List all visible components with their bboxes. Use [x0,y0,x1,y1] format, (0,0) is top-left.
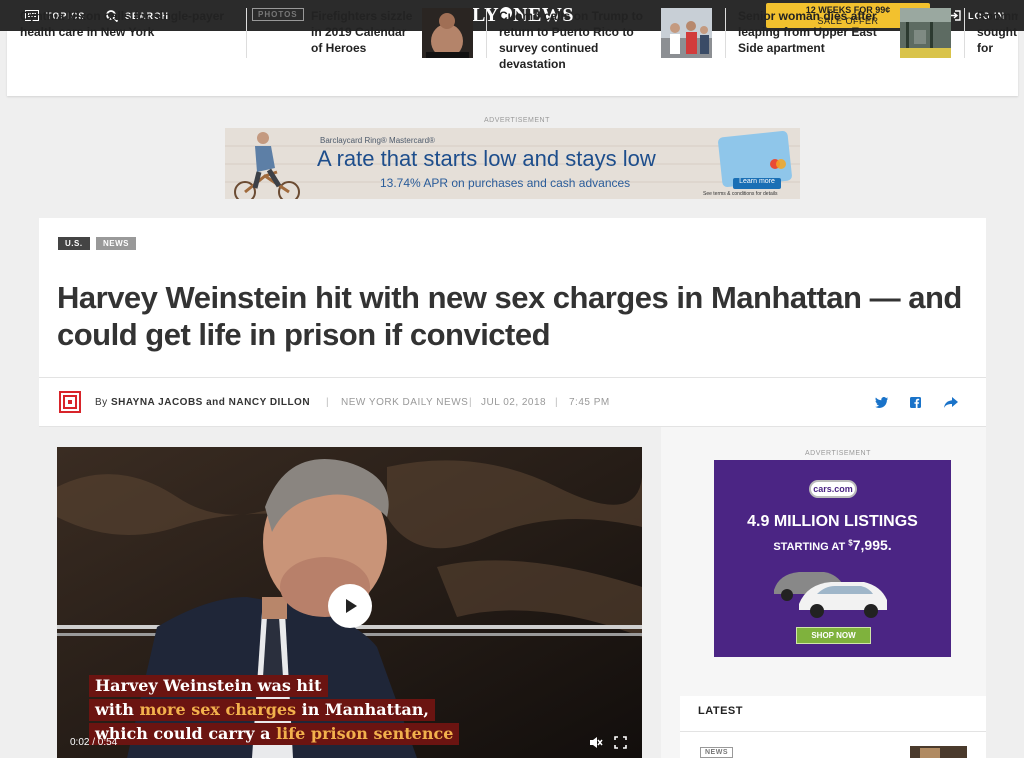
caption-text: which could carry a [95,724,277,743]
latest-panel: LATEST NEWS [680,696,986,758]
strip-item-5[interactable]: Roommate sought for death of [977,8,1018,58]
strip-item-1[interactable]: Cynthia Nixon calls for single-payer hea… [20,8,235,40]
apartment-thumbnail[interactable] [900,8,951,58]
byline-separator: | [555,397,559,408]
cars-com-ad[interactable]: cars.com 4.9 MILLION LISTINGS STARTING A… [714,460,951,657]
listings-headline: 4.9 MILLION LISTINGS [747,513,918,530]
video-player[interactable]: Harvey Weinstein was hit with more sex c… [57,447,642,758]
advertisement-label: ADVERTISEMENT [484,117,550,124]
play-icon [346,599,357,613]
caption-text: with [95,700,140,719]
twitter-share-icon[interactable] [875,397,888,408]
strip-item-3[interactable]: Cuomo calls on Trump to return to Puerto… [499,8,651,72]
strip-divider [246,8,247,58]
strip-divider [725,8,726,58]
starting-price: STARTING AT $7,995. [714,537,951,553]
starting-label: STARTING AT [773,541,846,553]
tag-us[interactable]: U.S. [58,237,90,250]
strip-divider [964,8,965,58]
caption-text: in Manhattan, [296,700,429,719]
share-arrow-icon[interactable] [944,397,958,408]
banner-subtext: 13.74% APR on purchases and cash advance… [380,176,631,190]
video-timestamp: 0:02 / 0:54 [70,737,118,748]
firefighter-thumbnail[interactable] [422,8,473,58]
fullscreen-icon[interactable] [614,736,627,749]
author-names[interactable]: SHAYNA JACOBS and NANCY DILLON [111,397,310,408]
strip-item-4[interactable]: Senior woman dies after leaping from Upp… [738,8,888,56]
shop-now-button[interactable]: SHOP NOW [796,627,871,644]
banner-headline: A rate that starts low and stays low [317,146,656,171]
publish-time: 7:45 PM [569,397,610,408]
facebook-share-icon[interactable] [910,397,921,408]
banner-learn-more-button[interactable]: Learn more [733,178,781,185]
cars-illustration [774,572,887,618]
price-value: 7,995. [852,537,892,553]
tag-news[interactable]: NEWS [96,237,136,250]
article-headline: Harvey Weinstein hit with new sex charge… [57,280,962,352]
video-caption-line-1: Harvey Weinstein was hit [89,675,328,697]
mute-icon[interactable] [589,736,603,749]
caption-highlight: life prison sentence [276,724,454,743]
daily-news-author-icon [58,390,82,414]
photos-badge: PHOTOS [252,8,304,21]
publish-date: JUL 02, 2018 [481,397,547,408]
cuomo-thumbnail[interactable] [661,8,712,58]
video-caption-line-2: with more sex charges in Manhattan, [89,699,435,721]
byline: By SHAYNA JACOBS and NANCY DILLON [95,397,310,408]
latest-divider [680,731,986,732]
cars-com-logo: cars.com [809,480,857,498]
strip-item-2[interactable]: Firefighters sizzle in 2019 Calendar of … [311,8,419,56]
byline-separator: | [326,397,330,408]
barclaycard-banner-ad[interactable]: Barclaycard Ring® Mastercard® A rate tha… [225,128,800,199]
source-name: NEW YORK DAILY NEWS [341,397,469,408]
latest-thumbnail[interactable] [910,746,967,758]
advertisement-label: ADVERTISEMENT [805,450,871,457]
byline-separator: | [469,397,473,408]
banner-brand: Barclaycard Ring® Mastercard® [320,136,435,145]
banner-fine-print: See terms & conditions for details [703,191,778,197]
latest-news-badge: NEWS [700,747,733,758]
video-caption-line-3: which could carry a life prison sentence [89,723,460,745]
play-button[interactable] [328,584,372,628]
latest-heading: LATEST [698,705,743,717]
strip-divider [486,8,487,58]
byline-prefix: By [95,397,108,408]
caption-highlight: more sex charges [139,700,297,719]
